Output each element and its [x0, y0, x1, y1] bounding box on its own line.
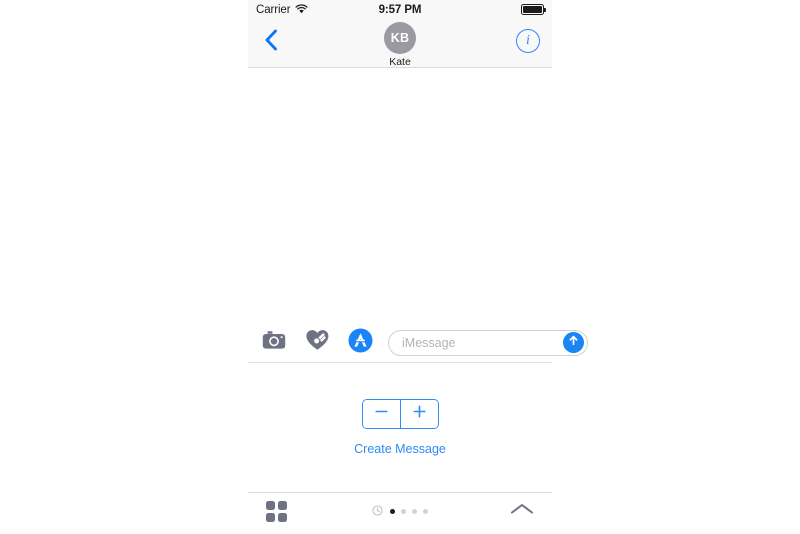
quantity-stepper	[361, 399, 439, 429]
app-grid-icon	[278, 513, 287, 522]
app-store-button[interactable]	[345, 328, 375, 358]
send-arrow-up-icon	[567, 334, 580, 352]
battery-fill	[523, 6, 542, 13]
app-grid-icon	[278, 501, 287, 510]
page-dot[interactable]	[401, 509, 406, 514]
status-bar: Carrier 9:57 PM	[248, 0, 552, 19]
app-drawer-bar	[248, 493, 552, 530]
conversation-area	[248, 68, 552, 323]
info-button[interactable]: i	[516, 29, 540, 53]
page-dot[interactable]	[390, 509, 395, 514]
camera-icon	[262, 330, 286, 355]
expand-button[interactable]	[510, 502, 534, 521]
message-field[interactable]	[388, 329, 588, 356]
app-store-icon	[348, 328, 373, 358]
camera-button[interactable]	[259, 328, 289, 358]
digital-touch-heart-icon	[305, 329, 330, 356]
recents-clock-icon	[372, 503, 383, 521]
page-dot[interactable]	[423, 509, 428, 514]
battery-icon	[521, 4, 546, 15]
status-time: 9:57 PM	[378, 3, 422, 16]
plus-icon	[412, 404, 427, 424]
app-grid-icon	[266, 513, 275, 522]
app-extension-panel: Create Message	[248, 363, 552, 493]
status-bar-right	[521, 4, 546, 15]
stepper-increment-button[interactable]	[399, 400, 438, 428]
avatar: KB	[384, 22, 416, 54]
app-grid-button[interactable]	[266, 501, 287, 522]
message-input[interactable]	[402, 335, 563, 350]
minus-icon	[374, 404, 389, 424]
send-button[interactable]	[563, 332, 584, 353]
chevron-up-icon	[510, 502, 534, 521]
app-grid-icon	[266, 501, 275, 510]
phone-viewport: Carrier 9:57 PM KB Kate i iMessage Creat…	[248, 0, 588, 534]
stepper-decrement-button[interactable]	[362, 400, 400, 428]
page-dot[interactable]	[412, 509, 417, 514]
contact-name: Kate	[389, 56, 411, 68]
navigation-bar: KB Kate i	[248, 19, 552, 68]
page-indicator	[248, 503, 552, 521]
message-input-toolbar	[248, 323, 588, 363]
contact-header[interactable]: KB Kate	[248, 22, 552, 68]
info-circle-icon: i	[526, 33, 530, 48]
create-message-button[interactable]: Create Message	[354, 442, 446, 456]
digital-touch-button[interactable]	[302, 328, 332, 358]
